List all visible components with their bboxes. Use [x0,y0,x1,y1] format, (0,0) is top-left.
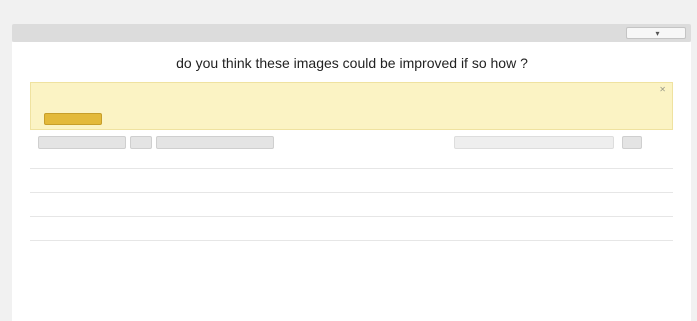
notice-body [39,95,639,109]
response-text [39,220,339,229]
response-date [39,206,127,214]
response-date [39,230,127,238]
list-item [30,193,673,217]
toolbar-left-label[interactable] [20,28,34,37]
export-button[interactable]: ▾ [626,27,686,39]
search-button[interactable] [622,136,642,149]
filter-dropdown[interactable] [156,136,274,149]
response-text [39,172,339,181]
notice-title [39,86,139,94]
response-link[interactable] [140,206,290,214]
filter-dropdown-small[interactable] [130,136,152,149]
search-input[interactable] [454,136,614,149]
upgrade-button[interactable] [44,113,102,125]
learn-more-link[interactable] [117,115,187,124]
response-text [39,196,339,205]
list-item [30,169,673,193]
filter-dropdown[interactable] [38,136,126,149]
response-link[interactable] [140,182,290,190]
response-link[interactable] [140,230,290,238]
list-item [30,217,673,241]
question-title: do you think these images could be impro… [176,55,528,71]
close-icon[interactable]: ✕ [659,85,666,94]
upgrade-notice: ✕ [30,82,673,130]
top-toolbar: ▾ [12,24,691,42]
response-date [39,182,127,190]
showing-count [28,156,138,165]
response-list [30,168,673,241]
chevron-down-icon: ▾ [655,28,660,38]
filter-bar [30,135,673,151]
